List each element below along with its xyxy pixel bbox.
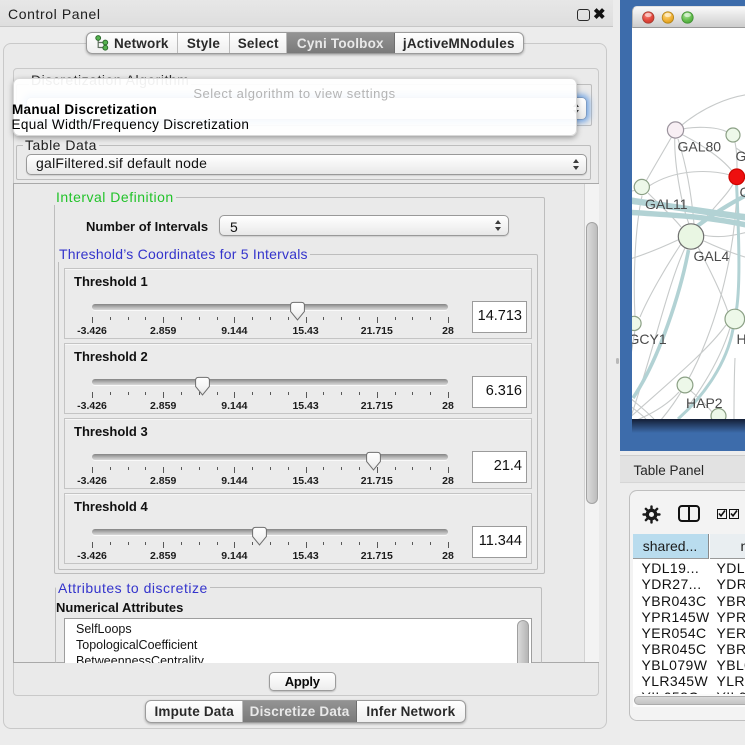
svg-text:GAL80: GAL80 [677,138,721,154]
svg-text:HIS4: HIS4 [736,331,745,347]
svg-text:GAL4: GAL4 [735,148,745,164]
svg-text:HAP2: HAP2 [686,395,723,411]
svg-text:GAL4: GAL4 [693,248,729,264]
svg-text:GCY1: GCY1 [632,331,667,347]
svg-text:CDC19: CDC19 [739,184,745,200]
svg-text:GAL11: GAL11 [645,196,688,212]
